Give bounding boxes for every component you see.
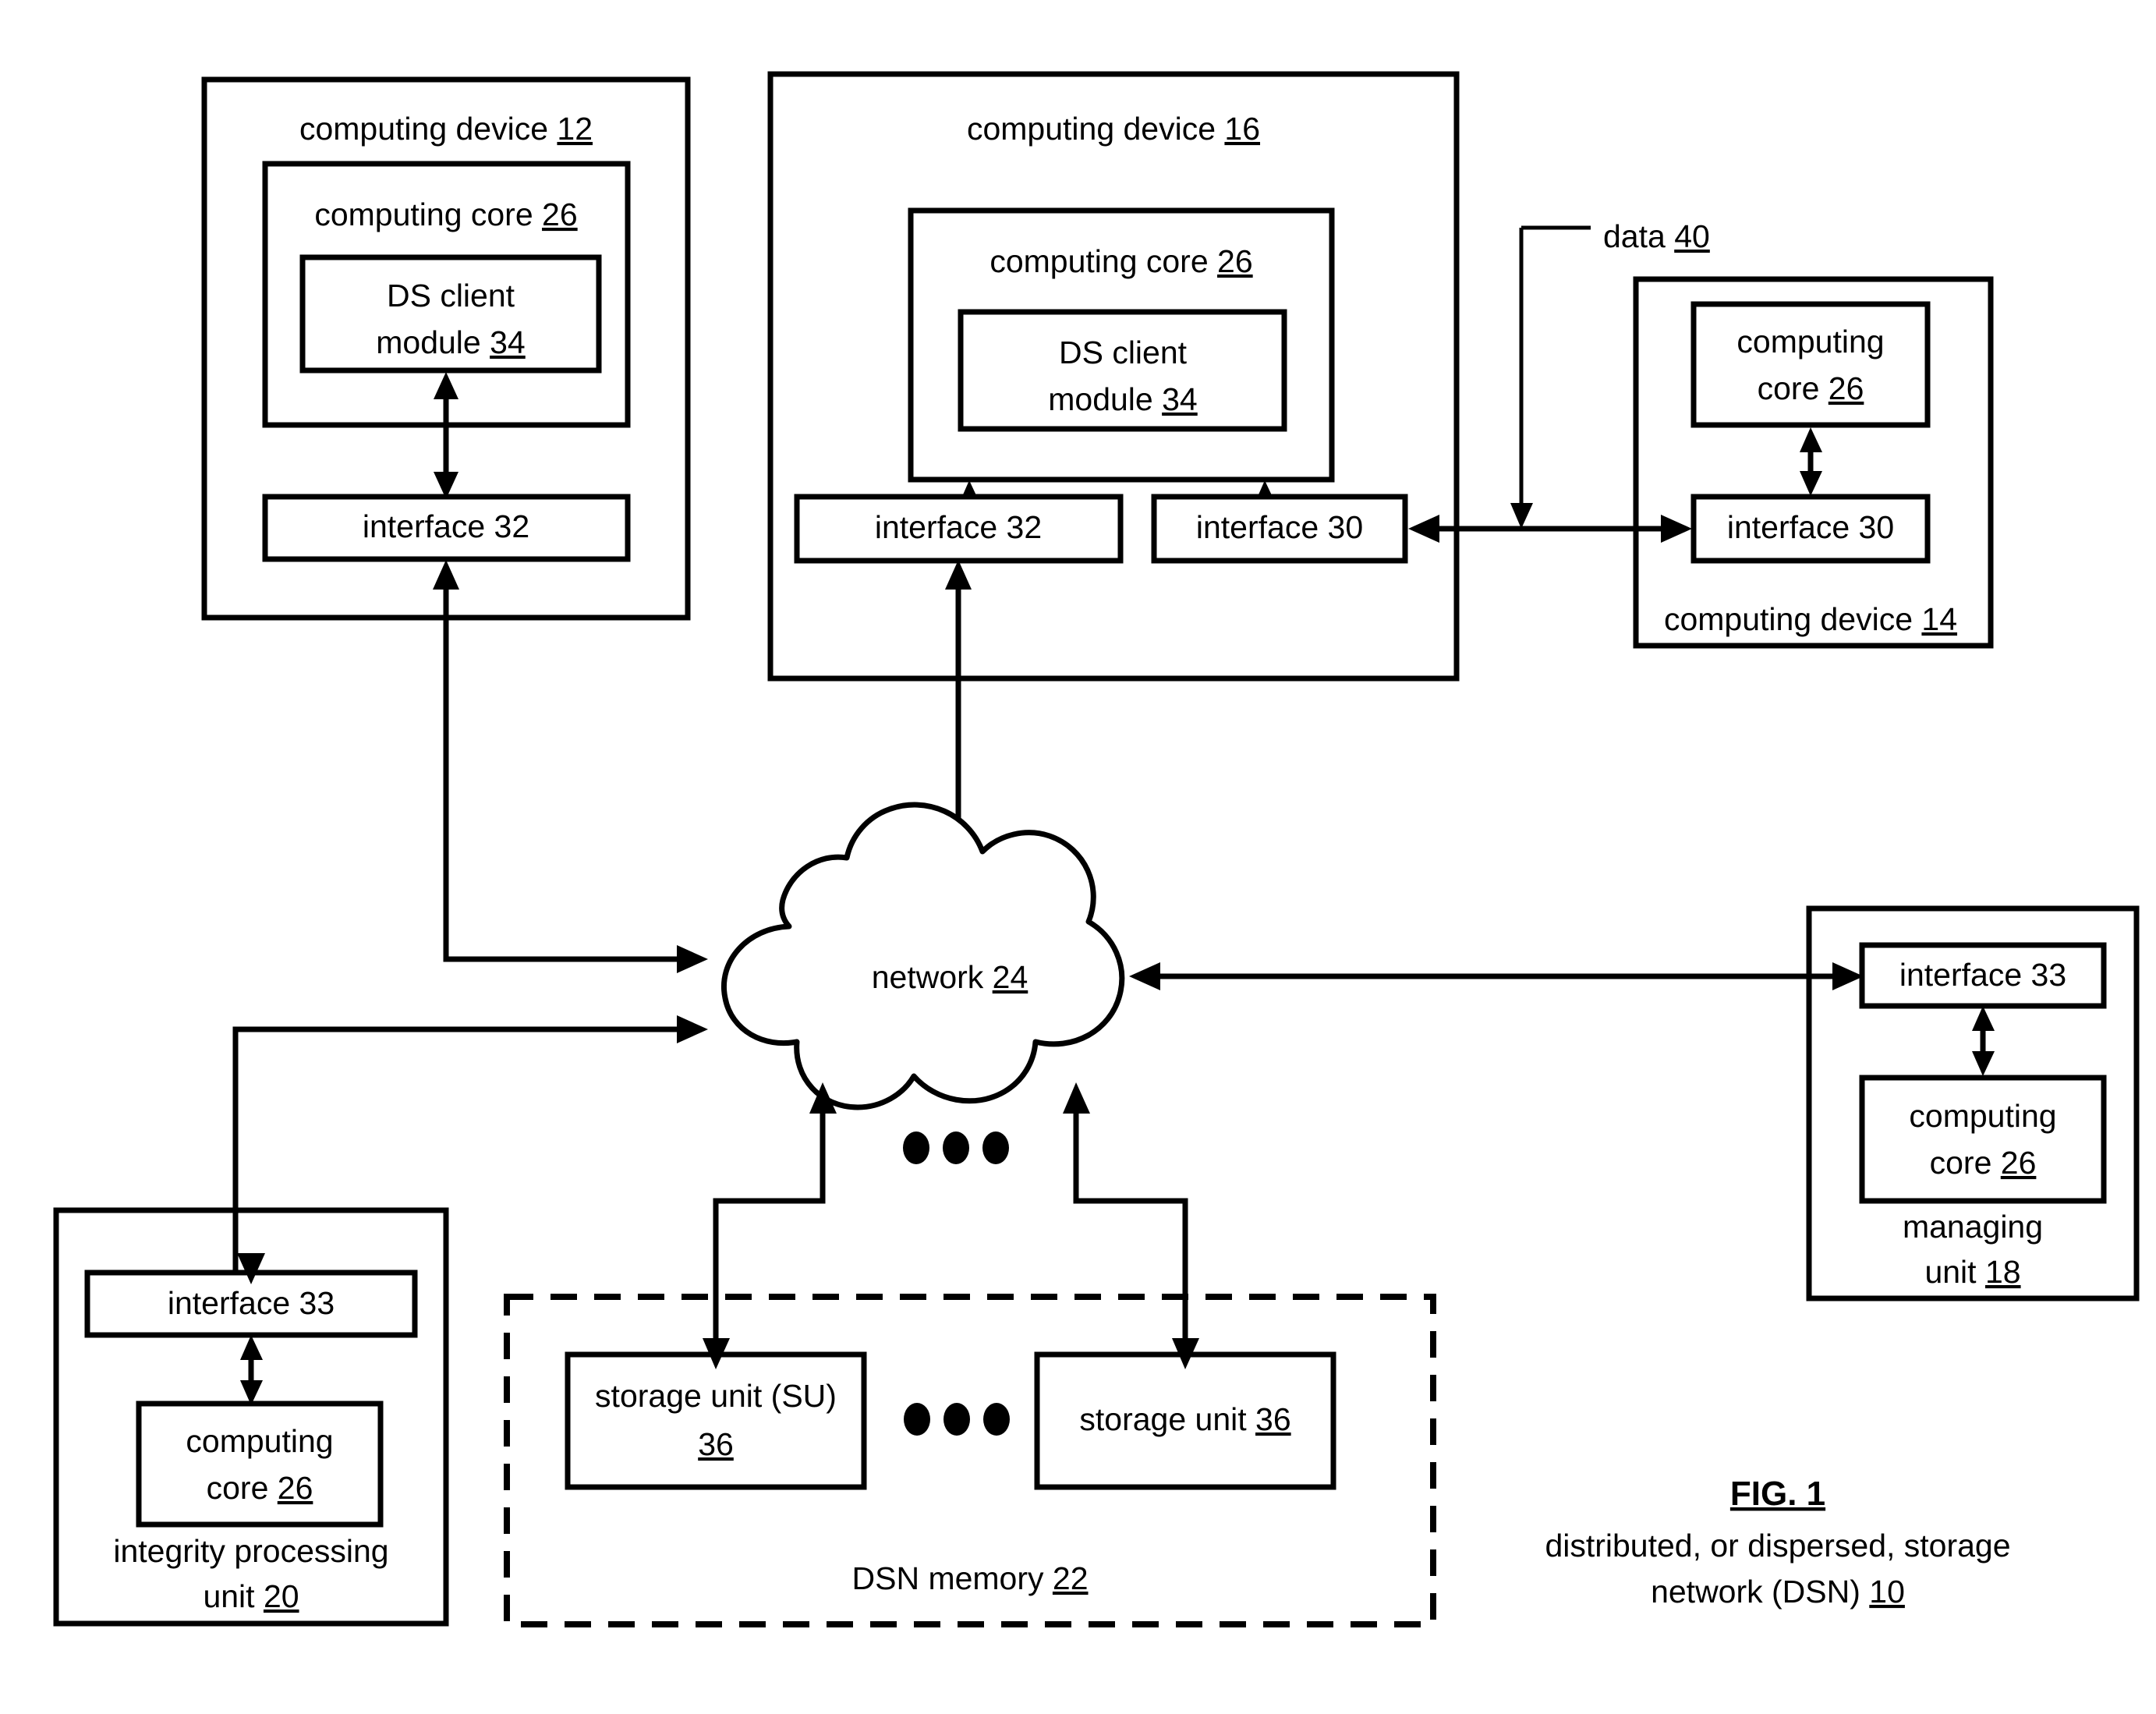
computing-device-16-core-label: computing core 26 — [989, 243, 1252, 279]
ds-client-module-34-line1-16: DS client — [1059, 335, 1188, 370]
link-device12-to-network — [443, 618, 708, 973]
interface-33-label-20: interface 33 — [168, 1285, 335, 1321]
computing-core-26-line2-18: core 26 — [1930, 1145, 2037, 1181]
interface-30-label-16: interface 30 — [1196, 509, 1363, 545]
computing-device-14-core-box — [1690, 301, 1931, 428]
storage-unit-su-36-line1: storage unit (SU) — [595, 1378, 837, 1414]
data-40-leader — [1510, 225, 1591, 529]
computing-device-14-core-line1: computing — [1736, 324, 1884, 359]
interface-32-label-16: interface 32 — [875, 509, 1042, 545]
network-24-label: network 24 — [872, 959, 1028, 995]
computing-core-26-line2-20: core 26 — [207, 1470, 313, 1506]
dsn-memory-22: storage unit (SU) 36 storage unit 36 DSN… — [504, 1294, 1436, 1627]
dsn-memory-22-title: DSN memory 22 — [851, 1560, 1088, 1596]
computing-device-14-title: computing device 14 — [1664, 601, 1957, 637]
computing-device-14-core-line2: core 26 — [1758, 370, 1864, 406]
dsn-memory-ellipsis — [904, 1403, 1010, 1436]
figure-title: FIG. 1 — [1730, 1475, 1825, 1513]
network-cloud: network 24 — [721, 802, 1125, 1110]
computing-device-12-core-label: computing core 26 — [314, 197, 577, 232]
interface-33-label-18: interface 33 — [1899, 957, 2066, 993]
figure-caption-line1: distributed, or dispersed, storage — [1545, 1528, 2010, 1563]
computing-device-14: computing core 26 interface 30 computing… — [1633, 276, 1994, 649]
interface-32-label-12: interface 32 — [363, 508, 529, 544]
storage-unit-36-label: storage unit 36 — [1079, 1401, 1290, 1437]
network-ellipsis — [903, 1131, 1009, 1164]
computing-core-26-line1-20: computing — [186, 1423, 333, 1459]
managing-unit-18-title-line1: managing — [1903, 1209, 2043, 1245]
link-su-first-to-network — [703, 1082, 837, 1369]
computing-device-16-title: computing device 16 — [967, 111, 1260, 147]
dsn-block-diagram: computing device 12 computing core 26 DS… — [53, 71, 2140, 1627]
figure-caption-line2: network (DSN) 10 — [1651, 1574, 1905, 1610]
ds-client-module-34-line1-12: DS client — [387, 278, 515, 313]
computing-device-12-title: computing device 12 — [299, 111, 593, 147]
link-su-last-to-network — [1063, 1082, 1199, 1369]
integrity-processing-unit-title-line2: unit 20 — [203, 1578, 299, 1614]
computing-core-26-box-18 — [1859, 1075, 2107, 1204]
storage-unit-su-36-box — [565, 1351, 867, 1490]
data-40-label: data 40 — [1603, 218, 1710, 254]
ds-client-module-34-line2-12: module 34 — [376, 324, 525, 360]
computing-core-26-box-20 — [136, 1401, 384, 1528]
computing-core-26-line1-18: computing — [1909, 1098, 2056, 1134]
figure-caption: FIG. 1 distributed, or dispersed, storag… — [1545, 1475, 2010, 1610]
managing-unit-18-title-line2: unit 18 — [1924, 1254, 2020, 1290]
storage-unit-su-36-line2: 36 — [698, 1426, 734, 1462]
ds-client-module-34-line2-16: module 34 — [1048, 381, 1197, 417]
integrity-processing-unit-title-line1: integrity processing — [113, 1533, 388, 1569]
figure-canvas: computing device 12 computing core 26 DS… — [0, 0, 2156, 1714]
managing-unit-18: interface 33 computing core 26 managing … — [1806, 905, 2140, 1301]
interface-30-label-14: interface 30 — [1727, 509, 1894, 545]
link-network-managing-unit — [1129, 962, 1864, 990]
computing-device-16: computing device 16 computing core 26 DS… — [767, 71, 1460, 682]
